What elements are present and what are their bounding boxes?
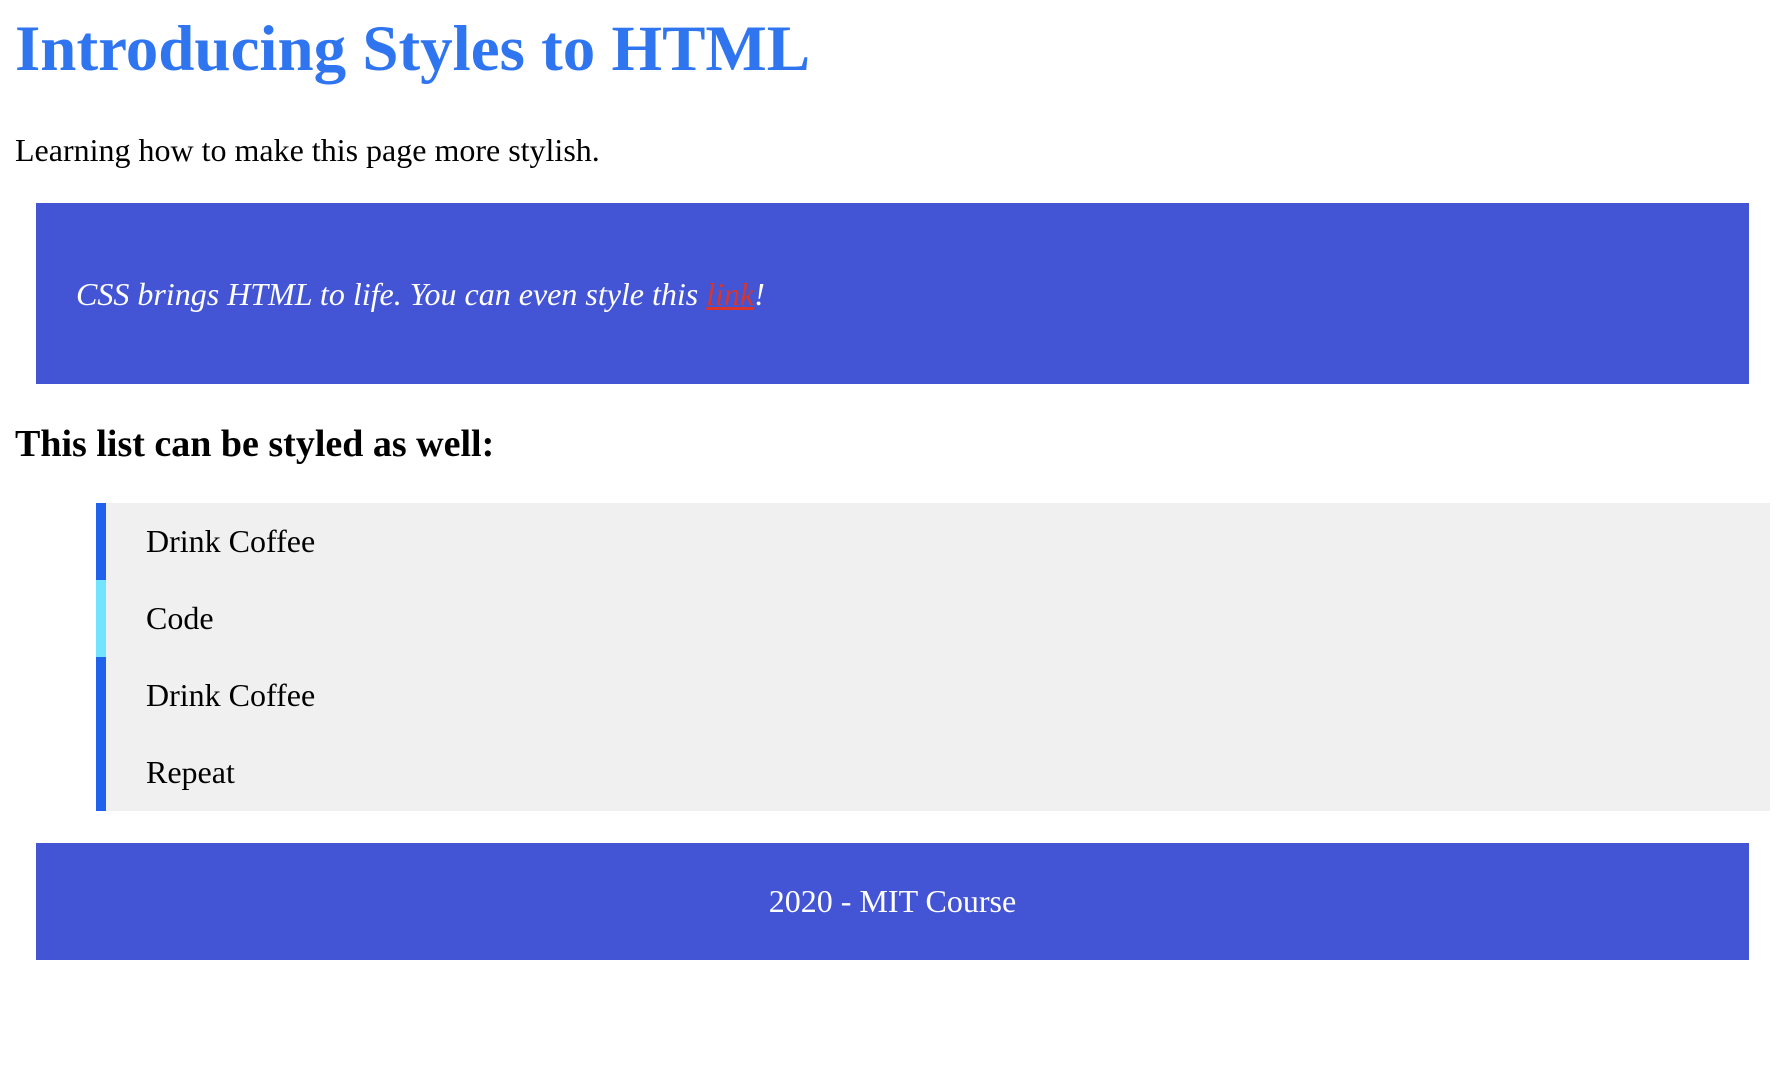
banner-text: CSS brings HTML to life. You can even st… xyxy=(76,274,765,314)
list-item: Drink Coffee xyxy=(96,657,1770,734)
page-footer: 2020 - MIT Course xyxy=(36,843,1749,960)
list-item: Repeat xyxy=(96,734,1770,811)
banner-text-before: CSS brings HTML to life. You can even st… xyxy=(76,275,707,312)
banner-text-after: ! xyxy=(754,275,765,312)
page-title: Introducing Styles to HTML xyxy=(15,13,811,85)
footer-text: 2020 - MIT Course xyxy=(768,883,1017,919)
list-item: Code xyxy=(96,580,1770,657)
css-banner: CSS brings HTML to life. You can even st… xyxy=(36,203,1749,384)
list-item: Drink Coffee xyxy=(96,503,1770,580)
list-heading: This list can be styled as well: xyxy=(15,423,495,465)
todo-list: Drink Coffee Code Drink Coffee Repeat xyxy=(96,503,1770,811)
page-subtitle: Learning how to make this page more styl… xyxy=(15,132,600,168)
page: Introducing Styles to HTML Learning how … xyxy=(0,0,1780,1084)
styled-link[interactable]: link xyxy=(706,276,754,312)
